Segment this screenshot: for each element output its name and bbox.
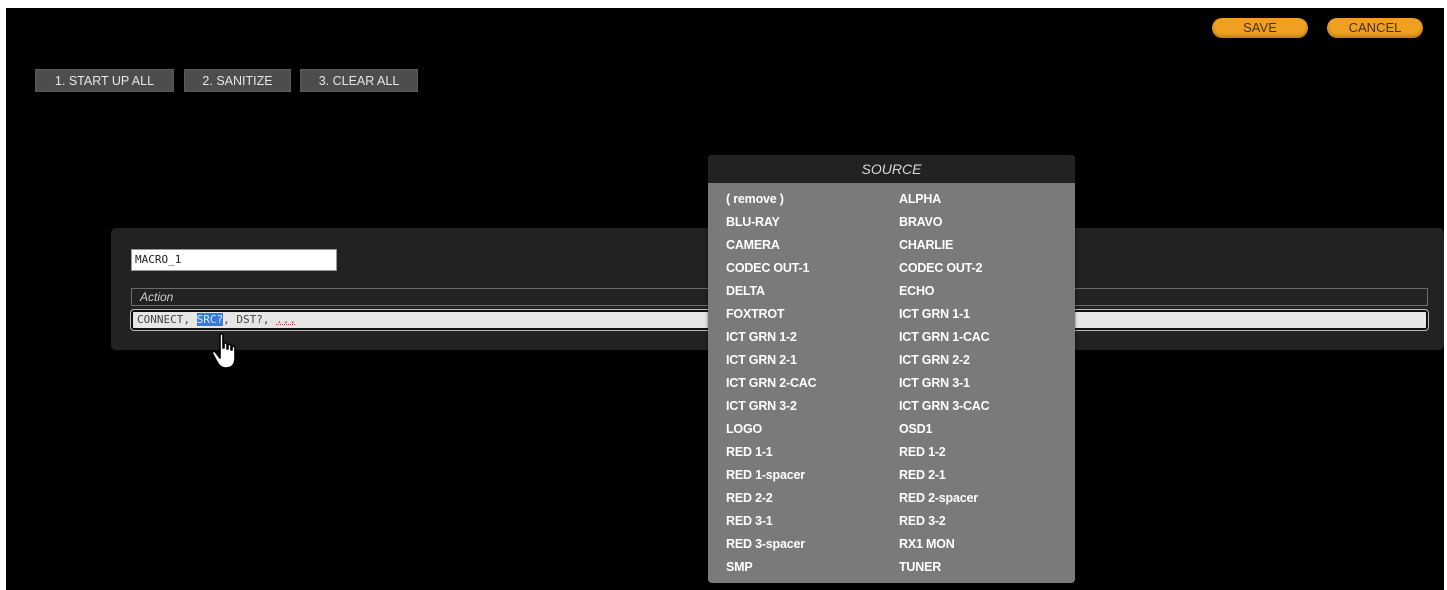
source-option[interactable]: RED 1-spacer bbox=[726, 466, 805, 484]
source-option[interactable]: ICT GRN 2-1 bbox=[726, 351, 797, 369]
source-option[interactable]: RX1 MON bbox=[899, 535, 955, 553]
action-prefix: CONNECT, bbox=[137, 313, 197, 326]
source-option[interactable]: CAMERA bbox=[726, 236, 780, 254]
source-dropdown-title: SOURCE bbox=[708, 155, 1075, 183]
start-up-all-button[interactable]: 1. START UP ALL bbox=[35, 69, 174, 92]
sanitize-button[interactable]: 2. SANITIZE bbox=[184, 69, 291, 92]
source-option[interactable]: RED 3-2 bbox=[899, 512, 946, 530]
source-option[interactable]: ICT GRN 3-CAC bbox=[899, 397, 990, 415]
source-option[interactable]: RED 1-2 bbox=[899, 443, 946, 461]
source-option[interactable]: OSD1 bbox=[899, 420, 932, 438]
source-option[interactable]: ICT GRN 1-1 bbox=[899, 305, 970, 323]
source-option[interactable]: RED 3-1 bbox=[726, 512, 773, 530]
source-option[interactable]: ICT GRN 2-CAC bbox=[726, 374, 817, 392]
action-middle: , DST?, bbox=[223, 313, 277, 326]
src-token-selected[interactable]: SRC? bbox=[196, 313, 224, 326]
source-option[interactable]: ICT GRN 3-1 bbox=[899, 374, 970, 392]
action-more-token[interactable]: ... bbox=[276, 313, 296, 326]
source-option[interactable]: ICT GRN 3-2 bbox=[726, 397, 797, 415]
source-option[interactable]: ECHO bbox=[899, 282, 935, 300]
source-option[interactable]: BRAVO bbox=[899, 213, 942, 231]
cancel-button[interactable]: CANCEL bbox=[1327, 18, 1423, 38]
source-option[interactable]: ICT GRN 2-2 bbox=[899, 351, 970, 369]
source-option[interactable]: RED 1-1 bbox=[726, 443, 773, 461]
source-option[interactable]: RED 2-2 bbox=[726, 489, 773, 507]
source-option[interactable]: BLU-RAY bbox=[726, 213, 780, 231]
source-option[interactable]: RED 2-spacer bbox=[899, 489, 978, 507]
source-option[interactable]: RED 3-spacer bbox=[726, 535, 805, 553]
macro-editor-screen: SAVE CANCEL 1. START UP ALL 2. SANITIZE … bbox=[6, 8, 1444, 590]
macro-name-field[interactable]: MACRO_1 bbox=[131, 249, 337, 271]
hand-pointer-icon bbox=[211, 333, 236, 369]
source-option[interactable]: DELTA bbox=[726, 282, 765, 300]
source-option[interactable]: CHARLIE bbox=[899, 236, 953, 254]
source-option[interactable]: ( remove ) bbox=[726, 190, 784, 208]
source-option[interactable]: TUNER bbox=[899, 558, 941, 576]
source-option[interactable]: ICT GRN 1-2 bbox=[726, 328, 797, 346]
source-dropdown: SOURCE ( remove ) ALPHA BLU-RAY BRAVO CAMERA… bbox=[708, 155, 1075, 583]
source-option[interactable]: ICT GRN 1-CAC bbox=[899, 328, 990, 346]
source-option[interactable]: SMP bbox=[726, 558, 753, 576]
source-option[interactable]: LOGO bbox=[726, 420, 762, 438]
source-option[interactable]: RED 2-1 bbox=[899, 466, 946, 484]
source-option[interactable]: FOXTROT bbox=[726, 305, 785, 323]
clear-all-button[interactable]: 3. CLEAR ALL bbox=[300, 69, 418, 92]
source-option[interactable]: CODEC OUT-2 bbox=[899, 259, 982, 277]
source-option[interactable]: ALPHA bbox=[899, 190, 941, 208]
source-option[interactable]: CODEC OUT-1 bbox=[726, 259, 809, 277]
save-button[interactable]: SAVE bbox=[1212, 18, 1308, 38]
